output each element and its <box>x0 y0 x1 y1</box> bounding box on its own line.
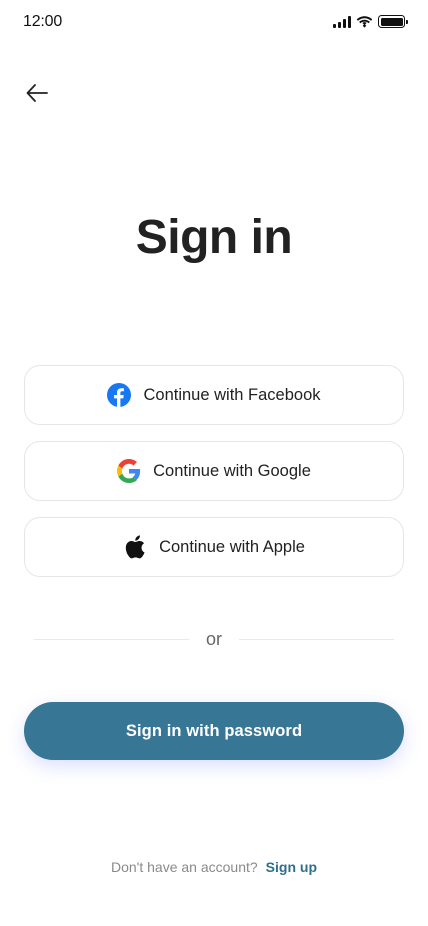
sign-up-prompt: Don't have an account? Sign up <box>0 859 428 875</box>
facebook-icon <box>107 383 132 407</box>
divider-line-left <box>34 638 189 640</box>
status-time: 12:00 <box>23 13 63 30</box>
sign-in-screen: 12:00 Sign in Continue with Facebook Con… <box>0 0 428 926</box>
facebook-button-label: Continue with Facebook <box>143 385 321 404</box>
no-account-text: Don't have an account? <box>111 859 258 875</box>
divider-text: or <box>205 628 222 649</box>
status-bar: 12:00 <box>0 0 428 44</box>
divider-line-right <box>239 638 394 640</box>
sign-in-with-password-button[interactable]: Sign in with password <box>24 702 404 760</box>
page-title: Sign in <box>135 211 293 264</box>
battery-icon <box>378 15 408 28</box>
continue-with-google-button[interactable]: Continue with Google <box>24 441 404 501</box>
google-button-label: Continue with Google <box>153 461 311 480</box>
status-icons <box>333 15 408 28</box>
or-divider: or <box>34 628 394 650</box>
arrow-left-icon <box>26 84 48 102</box>
cellular-signal-icon <box>333 15 351 28</box>
back-button[interactable] <box>22 78 52 108</box>
apple-button-label: Continue with Apple <box>159 537 305 556</box>
sign-up-link[interactable]: Sign up <box>266 859 317 875</box>
continue-with-apple-button[interactable]: Continue with Apple <box>24 517 404 577</box>
continue-with-facebook-button[interactable]: Continue with Facebook <box>24 365 404 425</box>
apple-icon <box>123 535 147 559</box>
google-icon <box>117 459 141 483</box>
wifi-icon <box>356 15 373 28</box>
